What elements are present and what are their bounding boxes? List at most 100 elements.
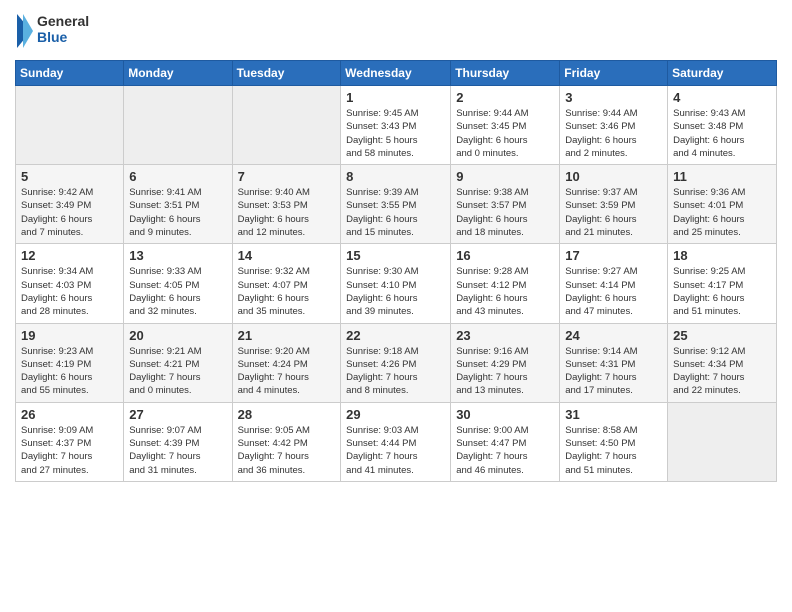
day-detail: Sunrise: 9:16 AM Sunset: 4:29 PM Dayligh… (456, 345, 554, 398)
calendar-cell (668, 402, 777, 481)
day-detail: Sunrise: 9:30 AM Sunset: 4:10 PM Dayligh… (346, 265, 445, 318)
day-detail: Sunrise: 9:32 AM Sunset: 4:07 PM Dayligh… (238, 265, 336, 318)
calendar-cell: 22 Sunrise: 9:18 AM Sunset: 4:26 PM Dayli… (341, 323, 451, 402)
calendar-cell: 31 Sunrise: 8:58 AM Sunset: 4:50 PM Dayli… (560, 402, 668, 481)
calendar-week-row: 12 Sunrise: 9:34 AM Sunset: 4:03 PM Dayli… (16, 244, 777, 323)
calendar-cell: 14 Sunrise: 9:32 AM Sunset: 4:07 PM Dayli… (232, 244, 341, 323)
calendar-cell: 3 Sunrise: 9:44 AM Sunset: 3:46 PM Daylig… (560, 86, 668, 165)
calendar-cell: 17 Sunrise: 9:27 AM Sunset: 4:14 PM Dayli… (560, 244, 668, 323)
day-number: 31 (565, 407, 662, 422)
calendar-header-row: SundayMondayTuesdayWednesdayThursdayFrid… (16, 61, 777, 86)
calendar-cell: 4 Sunrise: 9:43 AM Sunset: 3:48 PM Daylig… (668, 86, 777, 165)
calendar-week-row: 5Sunrise: 9:42 AM Sunset: 3:49 PM Daylig… (16, 165, 777, 244)
day-number: 3 (565, 90, 662, 105)
day-detail: Sunrise: 9:41 AM Sunset: 3:51 PM Dayligh… (129, 186, 226, 239)
calendar-cell: 7Sunrise: 9:40 AM Sunset: 3:53 PM Daylig… (232, 165, 341, 244)
day-detail: Sunrise: 9:36 AM Sunset: 4:01 PM Dayligh… (673, 186, 771, 239)
calendar-cell: 26Sunrise: 9:09 AM Sunset: 4:37 PM Dayli… (16, 402, 124, 481)
day-number: 7 (238, 169, 336, 184)
calendar-cell (124, 86, 232, 165)
day-detail: Sunrise: 9:27 AM Sunset: 4:14 PM Dayligh… (565, 265, 662, 318)
day-detail: Sunrise: 9:43 AM Sunset: 3:48 PM Dayligh… (673, 107, 771, 160)
day-number: 15 (346, 248, 445, 263)
day-detail: Sunrise: 8:58 AM Sunset: 4:50 PM Dayligh… (565, 424, 662, 477)
day-number: 22 (346, 328, 445, 343)
calendar-cell: 29 Sunrise: 9:03 AM Sunset: 4:44 PM Dayli… (341, 402, 451, 481)
day-detail: Sunrise: 9:39 AM Sunset: 3:55 PM Dayligh… (346, 186, 445, 239)
svg-text:General: General (37, 13, 89, 29)
day-detail: Sunrise: 9:38 AM Sunset: 3:57 PM Dayligh… (456, 186, 554, 239)
calendar-cell: 18 Sunrise: 9:25 AM Sunset: 4:17 PM Dayli… (668, 244, 777, 323)
day-detail: Sunrise: 9:05 AM Sunset: 4:42 PM Dayligh… (238, 424, 336, 477)
day-detail: Sunrise: 9:34 AM Sunset: 4:03 PM Dayligh… (21, 265, 118, 318)
calendar-week-row: 1Sunrise: 9:45 AM Sunset: 3:43 PM Daylig… (16, 86, 777, 165)
day-detail: Sunrise: 9:21 AM Sunset: 4:21 PM Dayligh… (129, 345, 226, 398)
calendar-cell (232, 86, 341, 165)
day-number: 25 (673, 328, 771, 343)
day-detail: Sunrise: 9:03 AM Sunset: 4:44 PM Dayligh… (346, 424, 445, 477)
calendar-cell (16, 86, 124, 165)
calendar-cell: 2 Sunrise: 9:44 AM Sunset: 3:45 PM Daylig… (451, 86, 560, 165)
day-number: 9 (456, 169, 554, 184)
day-number: 4 (673, 90, 771, 105)
page: General Blue SundayMondayTuesdayWednesda… (0, 0, 792, 497)
day-number: 18 (673, 248, 771, 263)
day-number: 27 (129, 407, 226, 422)
weekday-header-wednesday: Wednesday (341, 61, 451, 86)
calendar-cell: 16 Sunrise: 9:28 AM Sunset: 4:12 PM Dayli… (451, 244, 560, 323)
calendar-week-row: 19Sunrise: 9:23 AM Sunset: 4:19 PM Dayli… (16, 323, 777, 402)
day-detail: Sunrise: 9:25 AM Sunset: 4:17 PM Dayligh… (673, 265, 771, 318)
day-number: 1 (346, 90, 445, 105)
day-detail: Sunrise: 9:07 AM Sunset: 4:39 PM Dayligh… (129, 424, 226, 477)
weekday-header-thursday: Thursday (451, 61, 560, 86)
day-detail: Sunrise: 9:42 AM Sunset: 3:49 PM Dayligh… (21, 186, 118, 239)
calendar-cell: 1Sunrise: 9:45 AM Sunset: 3:43 PM Daylig… (341, 86, 451, 165)
day-number: 10 (565, 169, 662, 184)
day-detail: Sunrise: 9:00 AM Sunset: 4:47 PM Dayligh… (456, 424, 554, 477)
day-number: 16 (456, 248, 554, 263)
calendar-body: 1Sunrise: 9:45 AM Sunset: 3:43 PM Daylig… (16, 86, 777, 482)
day-detail: Sunrise: 9:28 AM Sunset: 4:12 PM Dayligh… (456, 265, 554, 318)
day-detail: Sunrise: 9:14 AM Sunset: 4:31 PM Dayligh… (565, 345, 662, 398)
calendar-cell: 8Sunrise: 9:39 AM Sunset: 3:55 PM Daylig… (341, 165, 451, 244)
day-number: 11 (673, 169, 771, 184)
calendar-cell: 6 Sunrise: 9:41 AM Sunset: 3:51 PM Daylig… (124, 165, 232, 244)
calendar-cell: 19Sunrise: 9:23 AM Sunset: 4:19 PM Dayli… (16, 323, 124, 402)
header: General Blue (15, 10, 777, 52)
weekday-header-tuesday: Tuesday (232, 61, 341, 86)
day-number: 6 (129, 169, 226, 184)
day-detail: Sunrise: 9:37 AM Sunset: 3:59 PM Dayligh… (565, 186, 662, 239)
calendar-cell: 24Sunrise: 9:14 AM Sunset: 4:31 PM Dayli… (560, 323, 668, 402)
day-detail: Sunrise: 9:44 AM Sunset: 3:45 PM Dayligh… (456, 107, 554, 160)
day-number: 20 (129, 328, 226, 343)
day-number: 13 (129, 248, 226, 263)
day-number: 23 (456, 328, 554, 343)
calendar-cell: 23 Sunrise: 9:16 AM Sunset: 4:29 PM Dayli… (451, 323, 560, 402)
calendar-cell: 25Sunrise: 9:12 AM Sunset: 4:34 PM Dayli… (668, 323, 777, 402)
calendar-cell: 12 Sunrise: 9:34 AM Sunset: 4:03 PM Dayli… (16, 244, 124, 323)
day-detail: Sunrise: 9:18 AM Sunset: 4:26 PM Dayligh… (346, 345, 445, 398)
day-number: 2 (456, 90, 554, 105)
calendar-cell: 5Sunrise: 9:42 AM Sunset: 3:49 PM Daylig… (16, 165, 124, 244)
calendar-cell: 21Sunrise: 9:20 AM Sunset: 4:24 PM Dayli… (232, 323, 341, 402)
weekday-header-monday: Monday (124, 61, 232, 86)
calendar-week-row: 26Sunrise: 9:09 AM Sunset: 4:37 PM Dayli… (16, 402, 777, 481)
calendar-cell: 27 Sunrise: 9:07 AM Sunset: 4:39 PM Dayli… (124, 402, 232, 481)
calendar-cell: 20 Sunrise: 9:21 AM Sunset: 4:21 PM Dayli… (124, 323, 232, 402)
day-number: 30 (456, 407, 554, 422)
calendar-cell: 11 Sunrise: 9:36 AM Sunset: 4:01 PM Dayli… (668, 165, 777, 244)
day-detail: Sunrise: 9:33 AM Sunset: 4:05 PM Dayligh… (129, 265, 226, 318)
calendar-table: SundayMondayTuesdayWednesdayThursdayFrid… (15, 60, 777, 482)
logo-svg: General Blue (15, 10, 95, 52)
calendar-cell: 9 Sunrise: 9:38 AM Sunset: 3:57 PM Daylig… (451, 165, 560, 244)
weekday-header-friday: Friday (560, 61, 668, 86)
day-detail: Sunrise: 9:09 AM Sunset: 4:37 PM Dayligh… (21, 424, 118, 477)
calendar-cell: 15 Sunrise: 9:30 AM Sunset: 4:10 PM Dayli… (341, 244, 451, 323)
day-detail: Sunrise: 9:44 AM Sunset: 3:46 PM Dayligh… (565, 107, 662, 160)
day-number: 29 (346, 407, 445, 422)
day-number: 17 (565, 248, 662, 263)
day-number: 21 (238, 328, 336, 343)
day-number: 14 (238, 248, 336, 263)
weekday-header-saturday: Saturday (668, 61, 777, 86)
day-number: 12 (21, 248, 118, 263)
